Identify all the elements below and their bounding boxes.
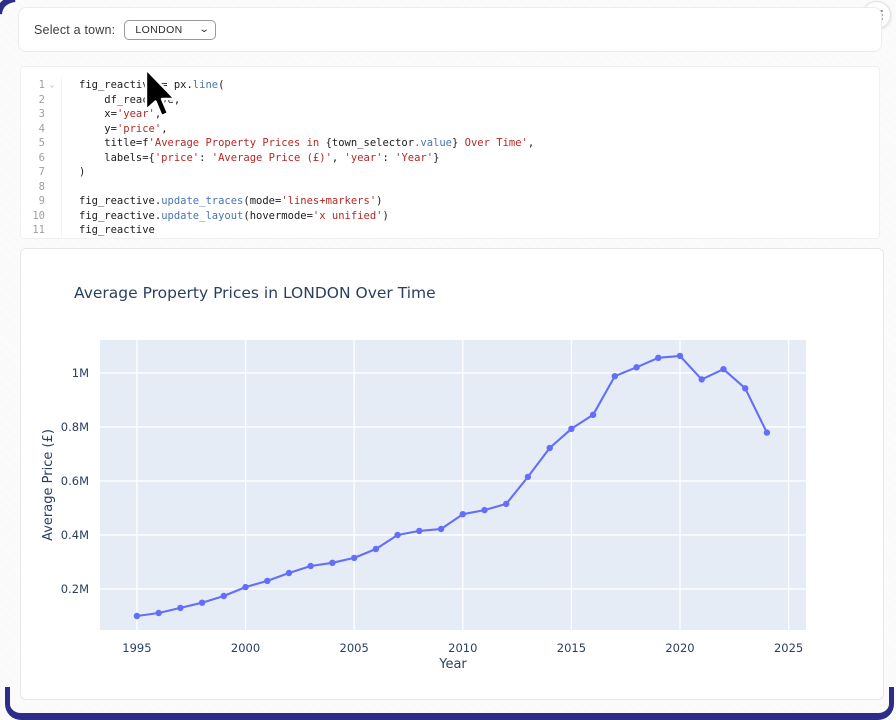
x-tick-label: 1995 xyxy=(122,641,151,655)
data-point-marker[interactable] xyxy=(503,501,509,507)
code-line[interactable]: 4 y='price', xyxy=(21,122,879,137)
line-number-gutter: 2 xyxy=(21,93,62,108)
code-line[interactable]: 11fig_reactive xyxy=(21,223,879,238)
line-number-gutter: 10 xyxy=(21,209,62,224)
app-page: Select a town: LONDON ⌄ 1⌄fig_reactive =… xyxy=(0,0,896,720)
fold-arrow-icon[interactable]: ⌄ xyxy=(45,78,59,93)
line-number-gutter: 11 xyxy=(21,223,62,238)
chart-title: Average Property Prices in LONDON Over T… xyxy=(74,284,436,302)
x-tick-label: 2015 xyxy=(557,641,586,655)
y-tick-label: 0.2M xyxy=(61,582,89,596)
code-line[interactable]: 8 xyxy=(21,180,879,195)
line-number-gutter: 7 xyxy=(21,165,62,180)
data-point-marker[interactable] xyxy=(547,445,553,451)
y-tick-label: 0.4M xyxy=(61,528,89,542)
fold-spacer xyxy=(45,180,59,195)
line-number-gutter: 1⌄ xyxy=(21,78,62,93)
y-tick-label: 1M xyxy=(72,366,89,380)
line-number-gutter: 9 xyxy=(21,194,62,209)
code-text: df_reactive, xyxy=(62,93,180,108)
data-point-marker[interactable] xyxy=(525,474,531,480)
fold-spacer xyxy=(45,151,59,166)
data-point-marker[interactable] xyxy=(351,555,357,561)
x-tick-label: 2025 xyxy=(774,641,803,655)
code-line[interactable]: 9fig_reactive.update_traces(mode='lines+… xyxy=(21,194,879,209)
data-point-marker[interactable] xyxy=(460,511,466,517)
town-selector[interactable]: LONDON ⌄ xyxy=(124,20,216,40)
x-axis-title: Year xyxy=(438,657,467,672)
data-point-marker[interactable] xyxy=(568,426,574,432)
data-point-marker[interactable] xyxy=(438,526,444,532)
y-tick-label: 0.6M xyxy=(61,474,89,488)
data-point-marker[interactable] xyxy=(199,600,205,606)
code-text: x='year', xyxy=(62,107,161,122)
town-select-label: Select a town: xyxy=(34,23,115,37)
code-text xyxy=(62,180,79,195)
code-text: fig_reactive xyxy=(62,223,155,238)
data-point-marker[interactable] xyxy=(655,355,661,361)
x-tick-label: 2000 xyxy=(231,641,260,655)
code-text: fig_reactive.update_layout(hovermode='x … xyxy=(62,209,389,224)
data-point-marker[interactable] xyxy=(308,563,314,569)
plot-area[interactable] xyxy=(100,340,806,630)
line-number-gutter: 5 xyxy=(21,136,62,151)
data-point-marker[interactable] xyxy=(221,593,227,599)
data-point-marker[interactable] xyxy=(394,532,400,538)
code-text: fig_reactive.update_traces(mode='lines+m… xyxy=(62,194,382,209)
code-line[interactable]: 10fig_reactive.update_layout(hovermode='… xyxy=(21,209,879,224)
code-text: fig_reactive = px.line( xyxy=(62,78,224,93)
line-number-gutter: 3 xyxy=(21,107,62,122)
line-number-gutter: 6 xyxy=(21,151,62,166)
code-line[interactable]: 5 title=f'Average Property Prices in {to… xyxy=(21,136,879,151)
data-point-marker[interactable] xyxy=(633,364,639,370)
plotly-chart[interactable]: 0.2M 0.4M 0.6M 0.8M 1M 1995 2000 2005 2010 2015 20… xyxy=(21,249,883,699)
x-tick-label: 2020 xyxy=(665,641,694,655)
data-point-marker[interactable] xyxy=(416,528,422,534)
code-text: ) xyxy=(62,165,85,180)
code-line[interactable]: 3 x='year', xyxy=(21,107,879,122)
town-selector-value: LONDON xyxy=(135,24,182,36)
code-text: labels={'price': 'Average Price (£)', 'y… xyxy=(62,151,439,166)
code-text: y='price', xyxy=(62,122,168,137)
chevron-down-icon: ⌄ xyxy=(198,25,209,35)
fold-spacer xyxy=(45,209,59,224)
data-point-marker[interactable] xyxy=(742,385,748,391)
data-point-marker[interactable] xyxy=(156,610,162,616)
fold-spacer xyxy=(45,136,59,151)
x-tick-label: 2010 xyxy=(448,641,477,655)
data-point-marker[interactable] xyxy=(134,613,140,619)
code-editor[interactable]: 1⌄fig_reactive = px.line(2 df_reactive,3… xyxy=(20,66,880,239)
fold-spacer xyxy=(45,165,59,180)
data-point-marker[interactable] xyxy=(373,546,379,552)
line-number-gutter: 8 xyxy=(21,180,62,195)
data-point-marker[interactable] xyxy=(177,605,183,611)
data-point-marker[interactable] xyxy=(720,366,726,372)
code-line[interactable]: 1⌄fig_reactive = px.line( xyxy=(21,78,879,93)
data-point-marker[interactable] xyxy=(329,560,335,566)
fold-spacer xyxy=(45,122,59,137)
widget-bar: Select a town: LONDON ⌄ xyxy=(18,7,882,52)
chart-output-card: 0.2M 0.4M 0.6M 0.8M 1M 1995 2000 2005 2010 2015 20… xyxy=(20,248,884,700)
data-point-marker[interactable] xyxy=(590,412,596,418)
y-tick-label: 0.8M xyxy=(61,420,89,434)
code-text: title=f'Average Property Prices in {town… xyxy=(62,136,534,151)
x-tick-label: 2005 xyxy=(340,641,369,655)
fold-spacer xyxy=(45,194,59,209)
code-line[interactable]: 2 df_reactive, xyxy=(21,93,879,108)
fold-spacer xyxy=(45,223,59,238)
data-point-marker[interactable] xyxy=(242,584,248,590)
data-point-marker[interactable] xyxy=(677,353,683,359)
data-point-marker[interactable] xyxy=(764,429,770,435)
code-line[interactable]: 6 labels={'price': 'Average Price (£)', … xyxy=(21,151,879,166)
data-point-marker[interactable] xyxy=(481,507,487,513)
y-axis-title: Average Price (£) xyxy=(41,429,56,541)
line-number-gutter: 4 xyxy=(21,122,62,137)
code-line[interactable]: 7) xyxy=(21,165,879,180)
fold-spacer xyxy=(45,107,59,122)
data-point-marker[interactable] xyxy=(612,373,618,379)
fold-spacer xyxy=(45,93,59,108)
data-point-marker[interactable] xyxy=(264,578,270,584)
data-point-marker[interactable] xyxy=(699,376,705,382)
data-point-marker[interactable] xyxy=(286,570,292,576)
